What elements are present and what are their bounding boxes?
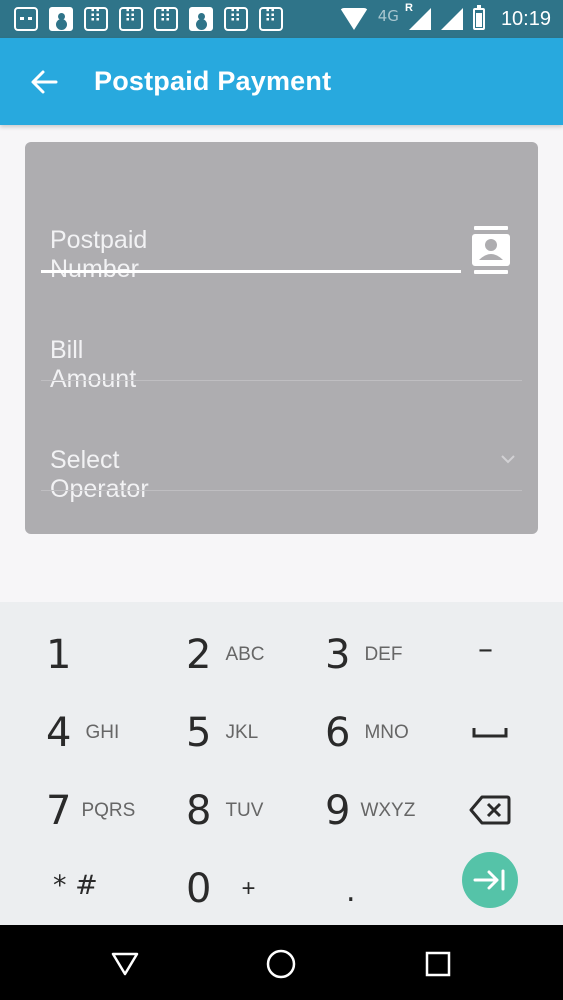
clock: 10:19 (500, 7, 551, 30)
key-1[interactable]: 1 (46, 632, 71, 678)
key-5[interactable]: 5 JKL (186, 710, 258, 756)
chevron-down-icon[interactable] (495, 448, 521, 470)
nav-home-icon[interactable] (264, 947, 298, 981)
arrow-left-icon[interactable] (18, 56, 70, 108)
bill-amount-underline (41, 380, 522, 381)
space-key[interactable] (472, 726, 508, 738)
system-status: 4G R 10:19 (339, 0, 551, 38)
operator-select-label[interactable]: Select Operator (50, 446, 149, 504)
sim-grid-icon (259, 7, 283, 31)
notification-icons (0, 7, 283, 31)
numeric-keypad: 1 2 ABC 3 DEF – 4 GHI 5 JKL 6 MNO 7 PQRS… (0, 602, 563, 925)
key-9[interactable]: 9 WXYZ (325, 788, 415, 834)
key-minus[interactable]: – (478, 632, 493, 667)
key-4[interactable]: 4 GHI (46, 710, 119, 756)
system-navigation-bar (0, 925, 563, 1000)
key-8[interactable]: 8 TUV (186, 788, 263, 834)
sim-grid-icon (224, 7, 248, 31)
key-0[interactable]: 0 + (186, 866, 255, 912)
app-bar: Postpaid Payment (0, 38, 563, 125)
key-3[interactable]: 3 DEF (325, 632, 402, 678)
signal-roaming-icon: R (405, 2, 431, 30)
postpaid-number-underline (41, 270, 461, 273)
sim-grid-icon (154, 7, 178, 31)
signal-icon (440, 8, 463, 30)
bill-amount-input[interactable]: Bill Amount (50, 336, 136, 394)
key-6[interactable]: 6 MNO (325, 710, 409, 756)
network-type-label: 4G (377, 7, 399, 25)
key-decimal[interactable]: . (346, 874, 356, 909)
key-star-hash[interactable]: * # (53, 870, 98, 901)
sim-grid-icon (84, 7, 108, 31)
next-field-button[interactable] (462, 852, 518, 908)
space-icon (472, 728, 508, 738)
battery-icon (472, 5, 485, 30)
key-7[interactable]: 7 PQRS (46, 788, 135, 834)
contact-book-icon[interactable] (470, 226, 512, 276)
chat-icon (189, 7, 213, 31)
contact-card-icon (49, 7, 73, 31)
nav-recents-icon[interactable] (421, 947, 455, 981)
backspace-key[interactable] (469, 794, 511, 826)
payment-form-card: Postpaid Number Bill Amount Select Opera… (25, 142, 538, 534)
operator-underline (41, 490, 522, 491)
postpaid-number-input[interactable]: Postpaid Number (50, 226, 147, 284)
next-field-icon (473, 869, 505, 891)
message-icon (14, 7, 38, 31)
wifi-icon (339, 8, 368, 30)
page-title: Postpaid Payment (94, 66, 332, 96)
roaming-label: R (404, 2, 413, 14)
backspace-icon (469, 795, 511, 825)
sim-grid-icon (119, 7, 143, 31)
key-2[interactable]: 2 ABC (186, 632, 265, 678)
nav-back-icon[interactable] (108, 947, 142, 981)
status-bar: 4G R 10:19 (0, 0, 563, 38)
